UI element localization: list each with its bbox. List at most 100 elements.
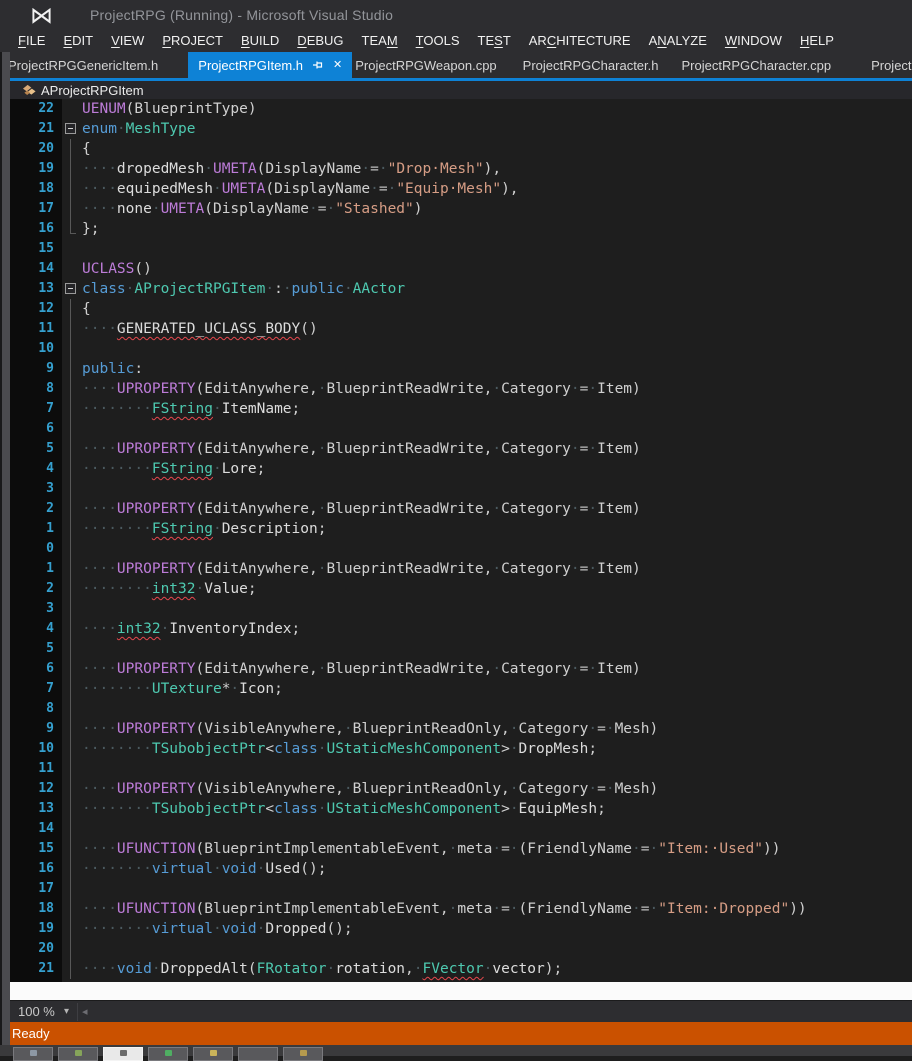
code-line[interactable]: 12····UPROPERTY(VisibleAnywhere,·Bluepri… [10,779,912,799]
line-number[interactable]: 9 [10,719,62,739]
menu-item-build[interactable]: BUILD [232,30,288,52]
line-number[interactable]: 5 [10,439,62,459]
menu-item-file[interactable]: FILE [9,30,54,52]
code-line[interactable]: 4 ····int32·InventoryIndex; [10,619,912,639]
code-line[interactable]: 10········TSubobjectPtr<class·UStaticMes… [10,739,912,759]
line-number[interactable]: 4 [10,619,62,639]
code-text[interactable]: ····equipedMesh·UMETA(DisplayName·=·"Equ… [82,179,519,199]
line-number[interactable]: 21 [10,959,62,979]
line-number[interactable]: 3 [10,599,62,619]
line-number[interactable]: 8 [10,379,62,399]
code-text[interactable]: ····int32·InventoryIndex; [82,619,300,639]
code-text[interactable]: ····UPROPERTY(VisibleAnywhere,·Blueprint… [82,719,658,739]
menu-item-edit[interactable]: EDIT [54,30,102,52]
code-line[interactable]: 18 ····equipedMesh·UMETA(DisplayName·=·"E… [10,179,912,199]
line-number[interactable]: 16 [10,219,62,239]
line-number[interactable]: 15 [10,839,62,859]
code-text[interactable]: ········FString·Description; [82,519,326,539]
line-number[interactable]: 19 [10,919,62,939]
menu-item-view[interactable]: VIEW [102,30,153,52]
code-text[interactable]: UCLASS() [82,259,152,279]
code-line[interactable]: 17····none·UMETA(DisplayName·=·"Stashed"… [10,199,912,219]
code-text[interactable]: ········FString·Lore; [82,459,265,479]
code-line[interactable]: 20{ [10,139,912,159]
code-text[interactable]: { [82,299,91,319]
line-number[interactable]: 2 [10,499,62,519]
line-number[interactable]: 22 [10,99,62,119]
code-line[interactable]: 8 [10,699,912,719]
code-line[interactable]: 21enum·MeshType [10,119,912,139]
code-line[interactable]: 10 [10,339,912,359]
line-number[interactable]: 12 [10,779,62,799]
code-line[interactable]: 5 ····UPROPERTY(EditAnywhere,·BlueprintRe… [10,439,912,459]
code-line[interactable]: 2········int32·Value; [10,579,912,599]
tab-projectrpgweapon.cpp[interactable]: ProjectRPGWeapon.cpp [355,52,496,78]
line-number[interactable]: 8 [10,699,62,719]
line-number[interactable]: 4 [10,459,62,479]
code-line[interactable]: 5 [10,639,912,659]
taskbar-button[interactable] [148,1047,188,1061]
code-line[interactable]: 21 ····void·DroppedAlt(FRotator·rotation,… [10,959,912,979]
zoom-level-select[interactable]: 100 % [18,1001,55,1023]
code-text[interactable]: ····void·DroppedAlt(FRotator·rotation,·F… [82,959,562,979]
line-number[interactable]: 7 [10,679,62,699]
line-number[interactable]: 6 [10,659,62,679]
taskbar-button[interactable] [283,1047,323,1061]
line-number[interactable]: 6 [10,419,62,439]
pin-icon[interactable] [312,59,324,71]
code-line[interactable]: 16 ········virtual·void·Used(); [10,859,912,879]
navigation-bar[interactable]: AProjectRPGItem [0,81,912,99]
code-line[interactable]: 16}; [10,219,912,239]
tab-projectrpgcharacter.cpp[interactable]: ProjectRPGCharacter.cpp [682,52,832,78]
line-number[interactable]: 1 [10,559,62,579]
line-number[interactable]: 17 [10,879,62,899]
line-number[interactable]: 13 [10,279,62,299]
code-line[interactable]: 14 UCLASS() [10,259,912,279]
code-line[interactable]: 17 [10,879,912,899]
line-number[interactable]: 18 [10,179,62,199]
code-line[interactable]: 1····UPROPERTY(EditAnywhere,·BlueprintRe… [10,559,912,579]
code-line[interactable]: 11····GENERATED_UCLASS_BODY() [10,319,912,339]
code-text[interactable]: ····UPROPERTY(EditAnywhere,·BlueprintRea… [82,439,641,459]
code-line[interactable]: 12 { [10,299,912,319]
menu-item-analyze[interactable]: ANALYZE [640,30,716,52]
chevron-down-icon[interactable]: ▾ [64,1001,69,1023]
code-line[interactable]: 9 ····UPROPERTY(VisibleAnywhere,·Blueprin… [10,719,912,739]
breadcrumb-scope-label[interactable]: AProjectRPGItem [41,83,144,98]
code-line[interactable]: 3 [10,479,912,499]
code-line[interactable]: 3 [10,599,912,619]
code-line[interactable]: 6 ····UPROPERTY(EditAnywhere,·BlueprintRe… [10,659,912,679]
code-line[interactable]: 20 [10,939,912,959]
line-number[interactable]: 13 [10,799,62,819]
taskbar-button[interactable] [58,1047,98,1061]
line-number[interactable]: 10 [10,739,62,759]
tab-projectrpgitem.h[interactable]: ProjectRPGItem.h✕ [188,52,352,78]
code-text[interactable]: enum·MeshType [82,119,196,139]
menu-item-window[interactable]: WINDOW [716,30,791,52]
line-number[interactable]: 5 [10,639,62,659]
code-line[interactable]: 19 ········virtual·void·Dropped(); [10,919,912,939]
close-icon[interactable]: ✕ [333,60,342,71]
menu-item-help[interactable]: HELP [791,30,843,52]
line-number[interactable]: 7 [10,399,62,419]
taskbar-button[interactable] [103,1047,143,1061]
line-number[interactable]: 20 [10,939,62,959]
line-number[interactable]: 18 [10,899,62,919]
line-number[interactable]: 16 [10,859,62,879]
code-text[interactable]: ····UPROPERTY(EditAnywhere,·BlueprintRea… [82,659,641,679]
taskbar-button[interactable] [193,1047,233,1061]
line-number[interactable]: 12 [10,299,62,319]
line-number[interactable]: 2 [10,579,62,599]
code-text[interactable]: ········virtual·void·Dropped(); [82,919,353,939]
line-number[interactable]: 20 [10,139,62,159]
code-line[interactable]: 18 ····UFUNCTION(BlueprintImplementableEv… [10,899,912,919]
code-line[interactable]: 6 [10,419,912,439]
code-text[interactable]: }; [82,219,99,239]
code-text[interactable]: ····UFUNCTION(BlueprintImplementableEven… [82,899,807,919]
code-text[interactable]: UENUM(BlueprintType) [82,99,257,119]
code-text[interactable]: ········virtual·void·Used(); [82,859,326,879]
line-number[interactable]: 3 [10,479,62,499]
code-line[interactable]: 15 [10,239,912,259]
taskbar-button[interactable] [13,1047,53,1061]
line-number[interactable]: 14 [10,259,62,279]
